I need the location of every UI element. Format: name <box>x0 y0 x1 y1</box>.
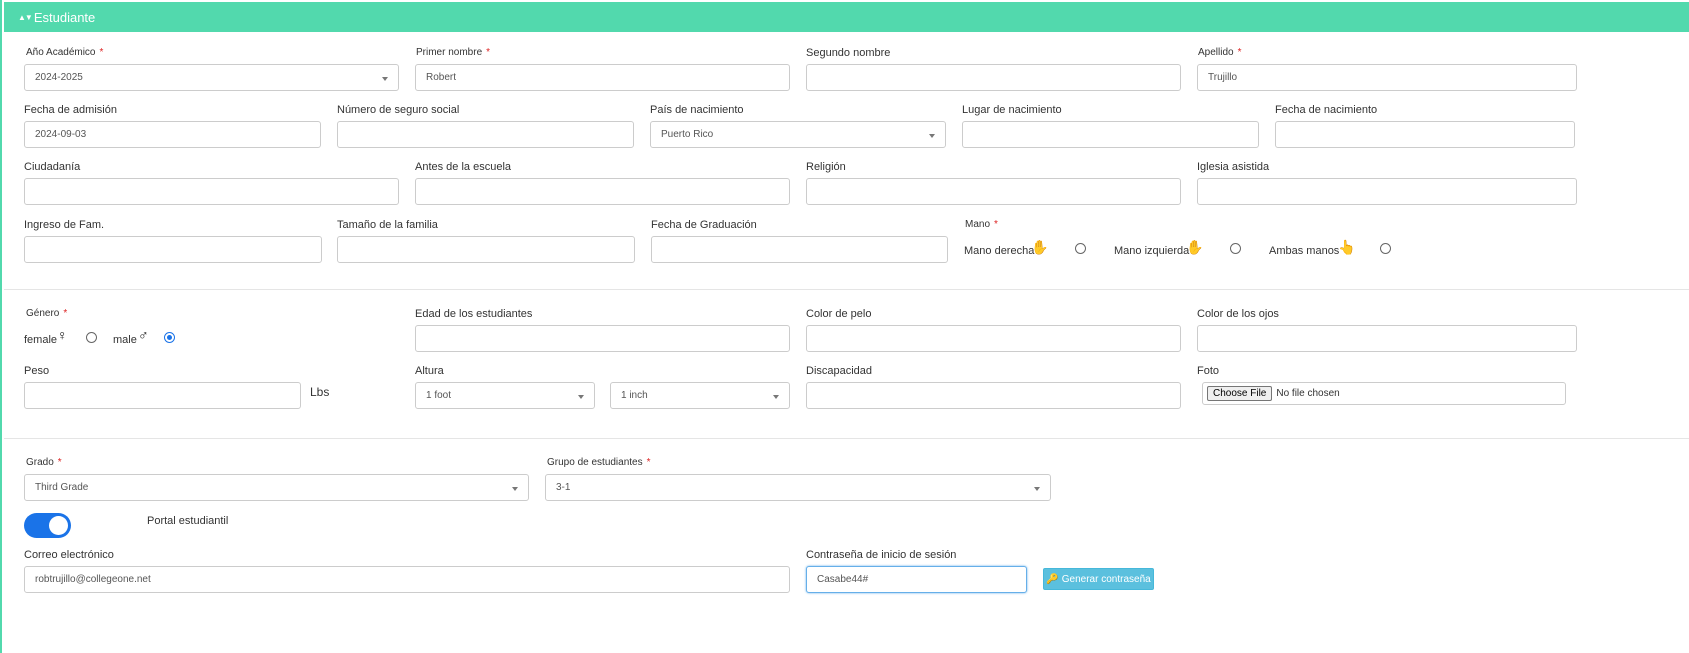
ssn-label: Número de seguro social <box>337 104 460 116</box>
academic-year-select[interactable]: 2024-2025 <box>24 64 399 91</box>
panel-title: Estudiante <box>33 9 96 25</box>
family-income-input[interactable] <box>24 236 322 263</box>
birth-date-label: Fecha de nacimiento <box>1275 104 1378 116</box>
gender-male-radio[interactable] <box>164 332 175 343</box>
disability-input[interactable] <box>806 382 1181 409</box>
previous-school-label: Antes de la escuela <box>415 161 512 173</box>
academic-year-label: Año Académico * <box>26 47 104 58</box>
weight-input[interactable] <box>24 382 301 409</box>
student-portal-toggle[interactable] <box>24 513 71 538</box>
key-icon: 🔑 <box>1046 573 1059 585</box>
last-name-label: Apellido * <box>1198 47 1242 58</box>
email-label: Correo electrónico <box>24 549 114 561</box>
eye-color-input[interactable] <box>1197 325 1577 352</box>
female-icon: ♀ <box>57 327 68 343</box>
citizenship-label: Ciudadanía <box>24 161 81 173</box>
birth-country-label: País de nacimiento <box>650 104 744 116</box>
male-icon: ♂ <box>138 327 149 343</box>
collapse-arrows-icon: ▲▼ <box>18 12 33 22</box>
grade-select[interactable]: Third Grade <box>24 474 529 501</box>
email-input[interactable]: robtrujillo@collegeone.net <box>24 566 790 593</box>
height-inches-select[interactable]: 1 inch <box>610 382 790 409</box>
graduation-date-input[interactable] <box>651 236 948 263</box>
left-hand-icon: ✋ <box>1186 239 1204 255</box>
student-portal-label: Portal estudiantil <box>147 515 229 527</box>
generate-password-label: Generar contraseña <box>1061 573 1151 585</box>
height-label: Altura <box>415 365 444 377</box>
login-password-input[interactable]: Casabe44# <box>806 566 1027 593</box>
disability-label: Discapacidad <box>806 365 873 377</box>
panel-header-toggle[interactable]: ▲▼ Estudiante <box>4 2 1689 32</box>
eye-color-label: Color de los ojos <box>1197 308 1279 320</box>
hand-label: Mano * <box>965 219 998 230</box>
gender-female-label: female <box>24 334 58 346</box>
photo-label: Foto <box>1197 365 1220 377</box>
middle-name-input[interactable] <box>806 64 1181 91</box>
hand-left-radio[interactable] <box>1230 243 1241 254</box>
file-status: No file chosen <box>1276 388 1340 399</box>
hand-both-radio[interactable] <box>1380 243 1391 254</box>
gender-label: Género * <box>26 308 68 319</box>
height-feet-select[interactable]: 1 foot <box>415 382 595 409</box>
birth-date-input[interactable] <box>1275 121 1575 148</box>
citizenship-input[interactable] <box>24 178 399 205</box>
section-divider <box>4 438 1689 439</box>
admission-date-input[interactable]: 2024-09-03 <box>24 121 321 148</box>
hand-both-label: Ambas manos <box>1269 245 1340 257</box>
birth-place-input[interactable] <box>962 121 1259 148</box>
religion-label: Religión <box>806 161 846 173</box>
church-input[interactable] <box>1197 178 1577 205</box>
student-age-label: Edad de los estudiantes <box>415 308 533 320</box>
admission-date-label: Fecha de admisión <box>24 104 117 116</box>
first-name-input[interactable]: Robert <box>415 64 790 91</box>
gender-male-label: male <box>113 334 137 346</box>
gender-female-radio[interactable] <box>86 332 97 343</box>
photo-file-input[interactable]: Choose File No file chosen <box>1202 382 1566 405</box>
login-password-label: Contraseña de inicio de sesión <box>806 549 957 561</box>
section-divider <box>4 289 1689 290</box>
family-size-label: Tamaño de la familia <box>337 219 438 231</box>
ssn-input[interactable] <box>337 121 634 148</box>
choose-file-button[interactable]: Choose File <box>1207 386 1273 401</box>
church-label: Iglesia asistida <box>1197 161 1270 173</box>
hair-color-input[interactable] <box>806 325 1181 352</box>
hair-color-label: Color de pelo <box>806 308 872 320</box>
middle-name-label: Segundo nombre <box>806 47 891 59</box>
right-hand-icon: ✋ <box>1031 239 1049 255</box>
family-income-label: Ingreso de Fam. <box>24 219 105 231</box>
hand-right-label: Mano derecha <box>964 245 1035 257</box>
last-name-input[interactable]: Trujillo <box>1197 64 1577 91</box>
birth-country-select[interactable]: Puerto Rico <box>650 121 946 148</box>
student-age-input[interactable] <box>415 325 790 352</box>
both-hands-icon: 👆 <box>1338 239 1356 255</box>
hand-right-radio[interactable] <box>1075 243 1086 254</box>
previous-school-input[interactable] <box>415 178 790 205</box>
birth-place-label: Lugar de nacimiento <box>962 104 1062 116</box>
student-panel: ▲▼ Estudiante Año Académico * 2024-2025 P… <box>0 0 1689 653</box>
student-group-label: Grupo de estudiantes * <box>547 457 651 468</box>
grade-label: Grado * <box>26 457 62 468</box>
weight-label: Peso <box>24 365 50 377</box>
toggle-knob <box>49 516 68 535</box>
family-size-input[interactable] <box>337 236 635 263</box>
first-name-label: Primer nombre * <box>416 47 491 58</box>
weight-unit: Lbs <box>310 385 330 399</box>
graduation-date-label: Fecha de Graduación <box>651 219 757 231</box>
hand-left-label: Mano izquierda <box>1114 245 1190 257</box>
religion-input[interactable] <box>806 178 1181 205</box>
student-group-select[interactable]: 3-1 <box>545 474 1051 501</box>
generate-password-button[interactable]: 🔑 Generar contraseña <box>1043 568 1154 590</box>
